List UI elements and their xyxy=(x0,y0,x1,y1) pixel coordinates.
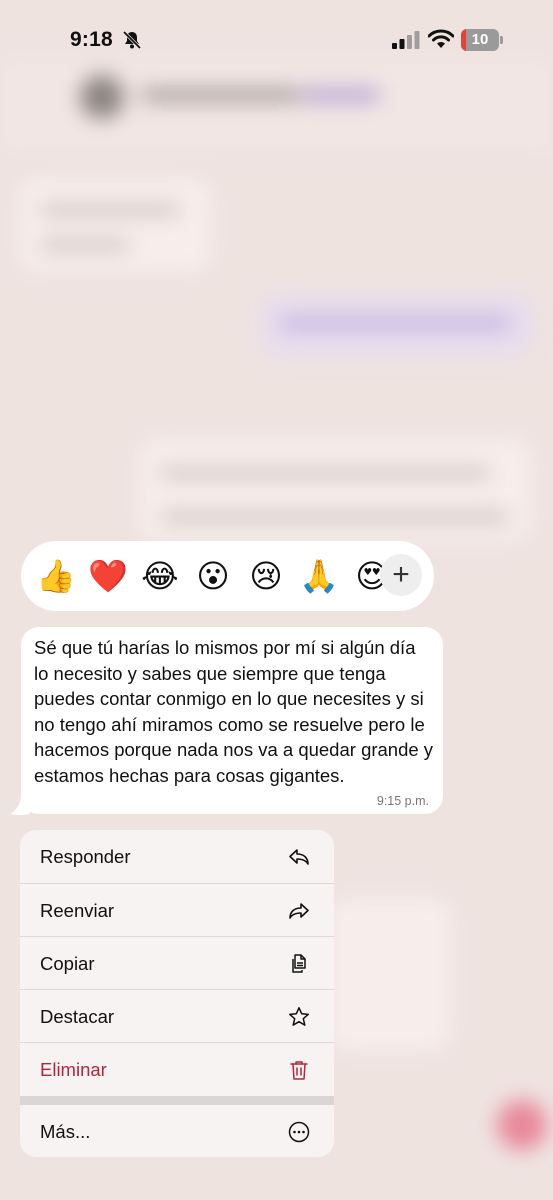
message-time: 9:15 p.m. xyxy=(376,794,429,808)
reaction-bar: 👍 ❤️ 😂 😮 😢 🙏 😍 xyxy=(21,541,434,611)
copy-icon xyxy=(286,951,312,977)
more-icon xyxy=(286,1119,312,1145)
battery-icon: 10 xyxy=(461,29,503,51)
more-reactions-button[interactable]: + xyxy=(380,554,422,596)
menu-item-label: Destacar xyxy=(40,1005,115,1027)
reaction-red-heart[interactable]: ❤️ xyxy=(87,555,129,597)
menu-item-label: Responder xyxy=(40,845,131,867)
battery-level: 10 xyxy=(471,31,489,48)
message-context-menu: Responder Reenviar Copiar Destacar Elimi… xyxy=(20,830,334,1157)
menu-item-label: Eliminar xyxy=(40,1058,107,1080)
reaction-folded-hands[interactable]: 🙏 xyxy=(298,555,340,597)
bell-slash-icon xyxy=(122,30,142,50)
reaction-tears-of-joy[interactable]: 😂 xyxy=(139,555,181,597)
menu-item-copy[interactable]: Copiar xyxy=(20,937,334,990)
trash-icon xyxy=(286,1057,312,1083)
plus-icon: + xyxy=(392,558,410,591)
menu-item-delete[interactable]: Eliminar xyxy=(20,1043,334,1096)
menu-item-star[interactable]: Destacar xyxy=(20,990,334,1043)
wifi-icon xyxy=(428,29,454,48)
star-icon xyxy=(286,1004,312,1030)
reaction-crying[interactable]: 😢 xyxy=(245,555,287,597)
reaction-thumbs-up[interactable]: 👍 xyxy=(35,555,77,597)
status-bar: 9:18 10 xyxy=(0,0,553,70)
forward-icon xyxy=(286,898,312,924)
menu-item-label: Más... xyxy=(40,1120,91,1142)
reply-icon xyxy=(286,844,312,870)
message-bubble[interactable]: Sé que tú harías lo mismos por mí si alg… xyxy=(21,627,443,814)
menu-item-label: Reenviar xyxy=(40,899,115,921)
menu-item-label: Copiar xyxy=(40,952,95,974)
status-time: 9:18 xyxy=(70,28,113,51)
menu-item-more[interactable]: Más... xyxy=(20,1105,334,1157)
signal-icon xyxy=(392,31,420,49)
bubble-tail xyxy=(10,796,30,815)
reaction-surprised[interactable]: 😮 xyxy=(192,555,234,597)
message-text: Sé que tú harías lo mismos por mí si alg… xyxy=(34,637,434,786)
menu-group-divider xyxy=(20,1096,334,1105)
menu-item-reply[interactable]: Responder xyxy=(20,830,334,883)
menu-item-forward[interactable]: Reenviar xyxy=(20,884,334,937)
